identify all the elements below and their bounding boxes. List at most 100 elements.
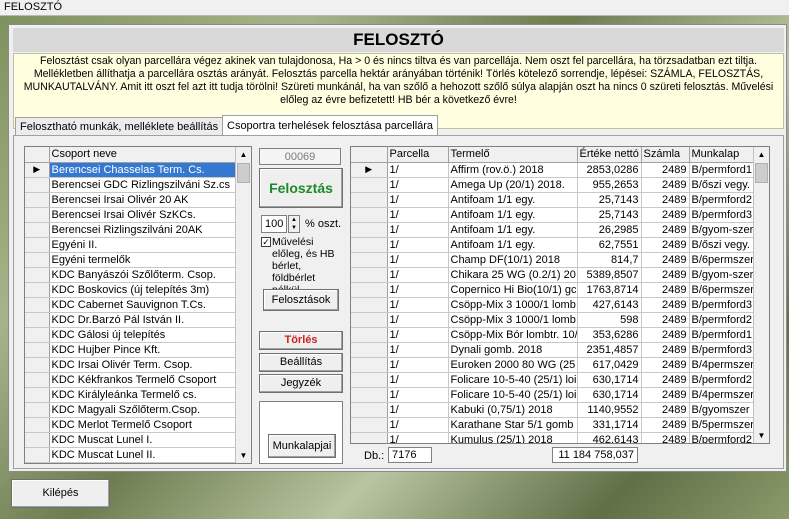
- munkalap-cell[interactable]: B/permford1: [689, 162, 756, 178]
- scroll-thumb[interactable]: [237, 163, 250, 183]
- scroll-thumb[interactable]: [755, 163, 768, 183]
- termelo-cell[interactable]: Euroken 2000 80 WG (25: [448, 357, 578, 373]
- spinner-up-icon[interactable]: ▲: [289, 216, 299, 224]
- termelo-cell[interactable]: Antifoam 1/1 egy.: [448, 207, 578, 223]
- termelo-cell[interactable]: Antifoam 1/1 egy.: [448, 192, 578, 208]
- ertek-cell[interactable]: 62,7551: [577, 237, 642, 253]
- ertek-cell[interactable]: 25,7143: [577, 207, 642, 223]
- group-name-cell[interactable]: Berencsei Rizlingszilváni 20AK: [49, 222, 238, 238]
- termelo-cell[interactable]: Dynali gomb. 2018: [448, 342, 578, 358]
- termelo-cell[interactable]: Amega Up (20/1) 2018.: [448, 177, 578, 193]
- table-row[interactable]: Egyéni termelők: [25, 252, 238, 268]
- parcella-cell[interactable]: 1/: [387, 402, 449, 418]
- termelo-cell[interactable]: Affirm (rov.ö.) 2018: [448, 162, 578, 178]
- cost-grid-scrollbar[interactable]: ▲ ▼: [753, 147, 769, 443]
- table-row[interactable]: 1/Karathane Star 5/1 gomb 331,1714 2489 B/5…: [351, 417, 756, 433]
- group-name-cell[interactable]: KDC Irsai Olivér Term. Csop.: [49, 357, 238, 373]
- termelo-cell[interactable]: Folicare 10-5-40 (25/1) loi: [448, 372, 578, 388]
- ertek-cell[interactable]: 1763,8714: [577, 282, 642, 298]
- table-row[interactable]: 1/Csöpp-Mix 3 1000/1 lomb 598 2489 B/permfo…: [351, 312, 756, 328]
- termelo-cell[interactable]: Copernico Hi Bio(10/1) gc: [448, 282, 578, 298]
- ertek-cell[interactable]: 5389,8507: [577, 267, 642, 283]
- column-header-szamla[interactable]: Számla: [641, 147, 690, 163]
- table-row[interactable]: KDC Muscat Lunel I.: [25, 432, 238, 448]
- parcella-cell[interactable]: 1/: [387, 222, 449, 238]
- ertek-cell[interactable]: 955,2653: [577, 177, 642, 193]
- parcella-cell[interactable]: 1/: [387, 252, 449, 268]
- table-row[interactable]: Berencsei Rizlingszilváni 20AK: [25, 222, 238, 238]
- ertek-cell[interactable]: 814,7: [577, 252, 642, 268]
- szamla-cell[interactable]: 2489: [641, 192, 690, 208]
- parcella-cell[interactable]: 1/: [387, 192, 449, 208]
- szamla-cell[interactable]: 2489: [641, 387, 690, 403]
- termelo-cell[interactable]: Antifoam 1/1 egy.: [448, 237, 578, 253]
- column-header-termelo[interactable]: Termelő: [448, 147, 578, 163]
- table-row[interactable]: 1/Dynali gomb. 2018 2351,4857 2489 B/permfo…: [351, 342, 756, 358]
- table-row[interactable]: ▶ 1/Affirm (rov.ö.) 2018 2853,0286 2489 B/pe…: [351, 162, 756, 178]
- table-row[interactable]: KDC Hujber Pince Kft.: [25, 342, 238, 358]
- munkalap-cell[interactable]: B/gyom-szer: [689, 222, 756, 238]
- parcella-cell[interactable]: 1/: [387, 297, 449, 313]
- termelo-cell[interactable]: Csöpp-Mix 3 1000/1 lomb: [448, 297, 578, 313]
- szamla-cell[interactable]: 2489: [641, 312, 690, 328]
- table-row[interactable]: KDC Magyali Szőlőterm.Csop.: [25, 402, 238, 418]
- munkalap-cell[interactable]: B/6permszer: [689, 282, 756, 298]
- table-row[interactable]: KDC Merlot Termelő Csoport: [25, 417, 238, 433]
- tab-csoportra-terhelesek[interactable]: Csoportra terhelések felosztása parcellá…: [222, 115, 439, 135]
- table-row[interactable]: KDC Dr.Barzó Pál István II.: [25, 312, 238, 328]
- ertek-cell[interactable]: 353,6286: [577, 327, 642, 343]
- szamla-cell[interactable]: 2489: [641, 237, 690, 253]
- termelo-cell[interactable]: Antifoam 1/1 egy.: [448, 222, 578, 238]
- scroll-down-icon[interactable]: ▼: [236, 448, 251, 463]
- group-name-cell[interactable]: KDC Muscat Lunel II.: [49, 447, 238, 463]
- ertek-cell[interactable]: 427,6143: [577, 297, 642, 313]
- scroll-up-icon[interactable]: ▲: [754, 147, 769, 162]
- parcella-cell[interactable]: 1/: [387, 342, 449, 358]
- group-name-cell[interactable]: Berencsei Chasselas Term. Cs.: [49, 162, 238, 178]
- table-row[interactable]: KDC Kékfrankos Termelő Csoport: [25, 372, 238, 388]
- szamla-cell[interactable]: 2489: [641, 297, 690, 313]
- group-name-cell[interactable]: KDC Boskovics (új telepítés 3m): [49, 282, 238, 298]
- group-name-cell[interactable]: Egyéni II.: [49, 237, 238, 253]
- jegyzek-button[interactable]: Jegyzék: [259, 374, 343, 393]
- felosztas-button[interactable]: Felosztás: [259, 168, 343, 208]
- ertek-cell[interactable]: 617,0429: [577, 357, 642, 373]
- munkalap-cell[interactable]: B/permford1: [689, 327, 756, 343]
- group-name-cell[interactable]: Egyéni termelők: [49, 252, 238, 268]
- parcella-cell[interactable]: 1/: [387, 387, 449, 403]
- table-row[interactable]: 1/Antifoam 1/1 egy. 26,2985 2489 B/gyom-sze…: [351, 222, 756, 238]
- munkalap-cell[interactable]: B/permford2: [689, 432, 756, 443]
- szamla-cell[interactable]: 2489: [641, 252, 690, 268]
- group-grid-scrollbar[interactable]: ▲ ▼: [235, 147, 251, 463]
- szamla-cell[interactable]: 2489: [641, 267, 690, 283]
- szamla-cell[interactable]: 2489: [641, 177, 690, 193]
- table-row[interactable]: 1/Chikara 25 WG (0.2/1) 20 5389,8507 2489 B…: [351, 267, 756, 283]
- beallitas-button[interactable]: Beállítás: [259, 353, 343, 372]
- group-name-cell[interactable]: KDC Banyászói Szőlőterm. Csop.: [49, 267, 238, 283]
- termelo-cell[interactable]: Karathane Star 5/1 gomb: [448, 417, 578, 433]
- table-row[interactable]: KDC Irsai Olivér Term. Csop.: [25, 357, 238, 373]
- munkalap-cell[interactable]: B/4permszer: [689, 357, 756, 373]
- table-row[interactable]: Berencsei Irsai Olivér SzKCs.: [25, 207, 238, 223]
- szamla-cell[interactable]: 2489: [641, 402, 690, 418]
- szamla-cell[interactable]: 2489: [641, 282, 690, 298]
- column-header-csoport[interactable]: Csoport neve: [49, 147, 238, 163]
- group-name-cell[interactable]: KDC Királyleánka Termelő cs.: [49, 387, 238, 403]
- group-name-cell[interactable]: KDC Dr.Barzó Pál István II.: [49, 312, 238, 328]
- parcella-cell[interactable]: 1/: [387, 237, 449, 253]
- table-row[interactable]: 1/Amega Up (20/1) 2018. 955,2653 2489 B/ősz…: [351, 177, 756, 193]
- termelo-cell[interactable]: Kabuki (0,75/1) 2018: [448, 402, 578, 418]
- szamla-cell[interactable]: 2489: [641, 162, 690, 178]
- szamla-cell[interactable]: 2489: [641, 342, 690, 358]
- table-row[interactable]: Berencsei Irsai Olivér 20 AK: [25, 192, 238, 208]
- termelo-cell[interactable]: Csöpp-Mix Bór lombtr. 10/: [448, 327, 578, 343]
- percent-input[interactable]: 100: [261, 215, 287, 233]
- group-name-cell[interactable]: KDC Gálosi új telepítés: [49, 327, 238, 343]
- parcella-cell[interactable]: 1/: [387, 282, 449, 298]
- tab-felosztható-munkak[interactable]: Feloszthatό munkák, melléklete beállítás: [15, 117, 224, 135]
- table-row[interactable]: Egyéni II.: [25, 237, 238, 253]
- table-row[interactable]: 1/Kumulus (25/1) 2018 462,6143 2489 B/permf…: [351, 432, 756, 443]
- szamla-cell[interactable]: 2489: [641, 222, 690, 238]
- ertek-cell[interactable]: 630,1714: [577, 387, 642, 403]
- muveles-checkbox-block[interactable]: ✓ Művelési előleg, és HB bérlet, földbér…: [261, 236, 345, 296]
